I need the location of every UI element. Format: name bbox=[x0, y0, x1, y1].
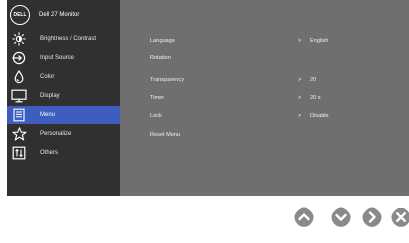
setting-transparency[interactable]: Transparency > 20 bbox=[120, 75, 409, 87]
chevron-right-icon: > bbox=[298, 113, 302, 119]
chevron-right-icon: > bbox=[298, 95, 302, 101]
menu-item-label: Display bbox=[40, 93, 60, 99]
setting-label: Reset Menu bbox=[150, 132, 181, 138]
menu-item-display[interactable]: Display bbox=[7, 87, 120, 105]
menu-item-label: Color bbox=[40, 74, 55, 80]
setting-value: 20 s bbox=[310, 95, 321, 101]
setting-value: English bbox=[310, 38, 329, 44]
display-icon bbox=[11, 88, 27, 104]
setting-language[interactable]: Language > English bbox=[120, 36, 409, 48]
star-icon bbox=[11, 126, 27, 142]
close-icon bbox=[390, 208, 409, 231]
menu-item-menu[interactable]: Menu bbox=[7, 106, 120, 124]
setting-value: 20 bbox=[310, 77, 317, 83]
dell-logo: DELL bbox=[10, 5, 30, 25]
setting-label: Language bbox=[150, 38, 175, 44]
chevron-right-icon: > bbox=[298, 77, 302, 83]
monitor-title: Dell 27 Monitor bbox=[39, 12, 80, 18]
menu-item-label: Menu bbox=[40, 112, 56, 118]
settings-panel: Language > English Rotation Transparency… bbox=[120, 0, 409, 196]
up-icon bbox=[293, 206, 315, 233]
brightness-icon bbox=[11, 31, 27, 47]
nav-down-button[interactable] bbox=[329, 206, 352, 233]
setting-timer[interactable]: Timer > 20 s bbox=[120, 93, 409, 105]
down-icon bbox=[330, 206, 352, 233]
setting-label: Transparency bbox=[150, 77, 184, 83]
osd-sidebar: DELL Dell 27 Monitor Brightness / Contra… bbox=[7, 0, 120, 196]
menu-item-personalize[interactable]: Personalize bbox=[7, 125, 120, 143]
setting-label: Lock bbox=[150, 113, 162, 119]
menu-item-others[interactable]: Others bbox=[7, 144, 120, 162]
nav-right-button[interactable] bbox=[360, 206, 383, 233]
setting-value: Disable bbox=[310, 113, 329, 119]
others-icon bbox=[11, 145, 27, 161]
setting-label: Rotation bbox=[150, 55, 171, 61]
menu-item-brightness-contrast[interactable]: Brightness / Contrast bbox=[7, 30, 120, 48]
nav-close-button[interactable] bbox=[390, 208, 409, 231]
setting-rotation[interactable]: Rotation bbox=[120, 53, 409, 65]
menu-item-color[interactable]: Color bbox=[7, 68, 120, 86]
nav-up-button[interactable] bbox=[292, 206, 315, 233]
monitor-osd: DELL Dell 27 Monitor Brightness / Contra… bbox=[7, 0, 409, 196]
menu-icon bbox=[11, 107, 27, 123]
chevron-right-icon: > bbox=[298, 38, 302, 44]
menu-item-label: Input Source bbox=[40, 55, 75, 61]
menu-item-input-source[interactable]: Input Source bbox=[7, 49, 120, 67]
setting-label: Timer bbox=[150, 95, 165, 101]
menu-item-label: Personalize bbox=[40, 131, 72, 137]
color-icon bbox=[11, 69, 27, 85]
setting-reset-menu[interactable]: Reset Menu bbox=[120, 130, 409, 142]
menu-item-label: Brightness / Contrast bbox=[40, 36, 97, 42]
brand-header: DELL Dell 27 Monitor bbox=[7, 0, 120, 30]
right-icon bbox=[361, 206, 383, 233]
setting-lock[interactable]: Lock > Disable bbox=[120, 111, 409, 123]
menu-item-label: Others bbox=[40, 150, 59, 156]
input-source-icon bbox=[11, 50, 27, 66]
